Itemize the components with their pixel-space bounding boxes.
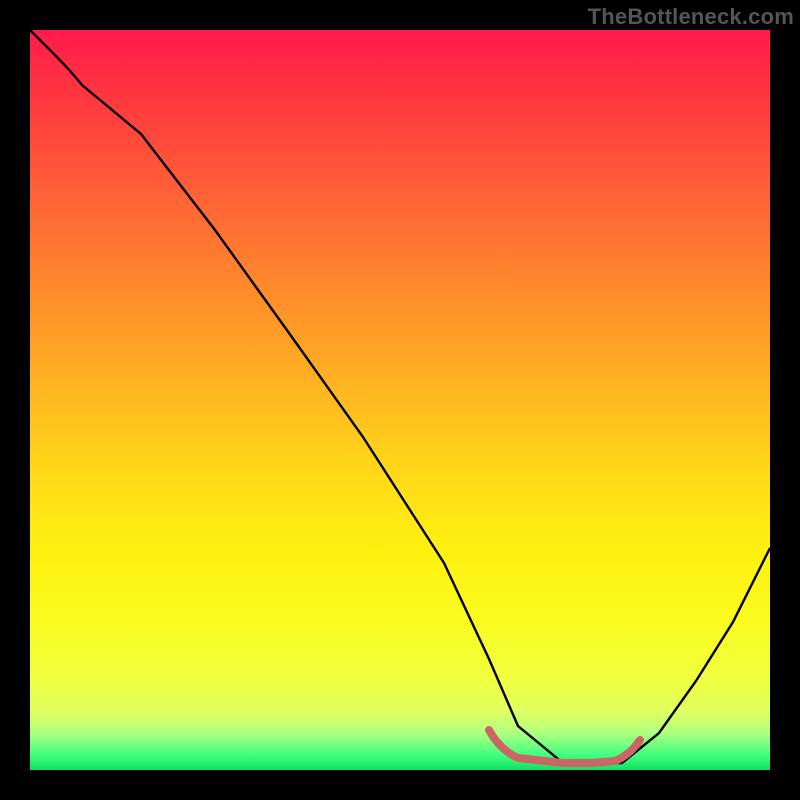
plot-area xyxy=(30,30,770,770)
watermark-text: TheBottleneck.com xyxy=(588,4,794,30)
marker-segment xyxy=(489,730,640,763)
chart-frame: TheBottleneck.com xyxy=(0,0,800,800)
bottleneck-curve-path xyxy=(30,30,770,763)
curve-svg xyxy=(30,30,770,770)
